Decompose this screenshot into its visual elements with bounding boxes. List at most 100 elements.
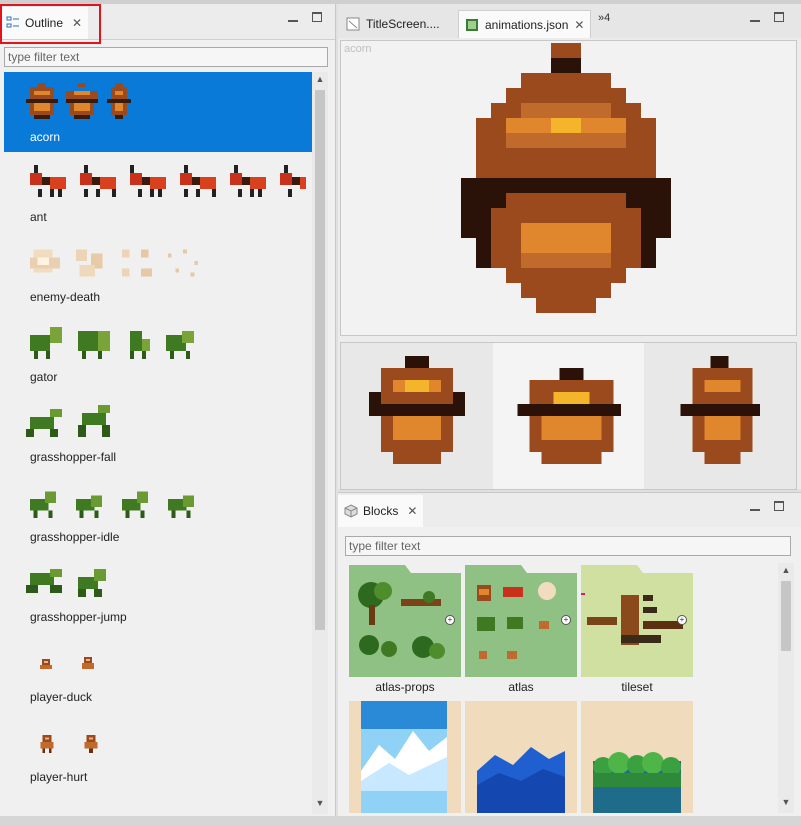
blocks-filter-input[interactable]: type filter text — [345, 536, 791, 556]
block-thumbnail — [349, 701, 461, 813]
tab-label: TitleScreen.... — [366, 17, 440, 31]
smoke-frame-icon — [167, 249, 199, 277]
grasshopper-frame-icon — [78, 405, 110, 437]
outline-scrollbar[interactable]: ▲ ▼ — [312, 72, 328, 814]
acorn-frame-icon — [107, 83, 131, 119]
frame-cell-3[interactable] — [644, 343, 796, 489]
player-frame-icon — [84, 735, 98, 753]
block-label: atlas-props — [375, 680, 435, 694]
tab-blocks[interactable]: Blocks ✕ — [338, 495, 424, 527]
acorn-frames — [26, 80, 132, 126]
scroll-up-icon[interactable]: ▲ — [778, 565, 794, 579]
grasshopper-frame-icon — [26, 569, 62, 593]
blocks-grid: + atlas-props + atlas + tileset — [349, 565, 769, 815]
tab-overflow-button[interactable]: »4 — [598, 12, 610, 24]
editor-tabbar: TitleScreen.... animations.json ✕ »4 — [338, 4, 801, 38]
blocks-panel: Blocks ✕ type filter text + atlas-props … — [338, 492, 801, 816]
block-atlas[interactable]: + atlas — [465, 565, 577, 694]
frame-cell-1[interactable] — [341, 343, 493, 489]
add-icon[interactable]: + — [561, 615, 571, 625]
list-item-grasshopper-jump[interactable]: grasshopper-jump — [4, 552, 312, 632]
list-item-label: acorn — [30, 130, 61, 144]
player-hurt-frames — [38, 720, 100, 766]
frame-cell-2[interactable] — [492, 343, 645, 489]
blocks-tab-label: Blocks — [363, 504, 399, 518]
add-icon[interactable]: + — [677, 615, 687, 625]
minimize-icon[interactable] — [750, 501, 760, 511]
gator-frame-icon — [78, 331, 110, 359]
smoke-frame-icon — [29, 249, 61, 273]
acorn-frame-icon — [368, 356, 465, 464]
block-background-forest[interactable] — [581, 701, 693, 816]
block-background-mountains[interactable] — [465, 701, 577, 816]
list-item-gator[interactable]: gator — [4, 312, 312, 392]
block-label: tileset — [621, 680, 653, 694]
scroll-down-icon[interactable]: ▼ — [778, 797, 794, 811]
grasshopper-frame-icon — [78, 569, 106, 597]
list-item-label: grasshopper-jump — [30, 610, 127, 624]
grasshopper-frame-icon — [167, 495, 195, 519]
gator-frame-icon — [30, 327, 62, 359]
grasshopper-frame-icon — [29, 491, 57, 519]
ant-frame-icon — [280, 165, 306, 197]
blocks-tabbar: Blocks ✕ — [338, 493, 801, 527]
tab-animations-json[interactable]: animations.json ✕ — [458, 10, 592, 38]
scroll-up-icon[interactable]: ▲ — [312, 74, 328, 88]
list-item-player-hurt[interactable]: player-hurt — [4, 712, 312, 792]
maximize-icon[interactable] — [774, 501, 784, 511]
status-bar — [0, 816, 801, 826]
list-item-label: gator — [30, 370, 58, 384]
ant-frame-icon — [230, 165, 266, 197]
grasshopper-jump-frames — [26, 560, 110, 606]
block-background-sky[interactable] — [349, 701, 461, 816]
maximize-icon[interactable] — [774, 12, 784, 22]
list-item-acorn[interactable]: acorn — [4, 72, 312, 152]
acorn-frame-icon — [516, 368, 621, 464]
ant-frame-icon — [130, 165, 166, 197]
scroll-thumb[interactable] — [781, 581, 791, 651]
block-thumbnail: + — [581, 565, 693, 677]
list-item-ant[interactable]: ant — [4, 152, 312, 232]
list-item-player-duck[interactable]: player-duck — [4, 632, 312, 712]
scroll-down-icon[interactable]: ▼ — [312, 798, 328, 812]
list-item-label: ant — [30, 210, 47, 224]
block-thumbnail: + — [349, 565, 461, 677]
list-item-grasshopper-fall[interactable]: grasshopper-fall — [4, 392, 312, 472]
gator-frames — [26, 320, 198, 366]
tab-outline[interactable]: Outline ✕ — [0, 7, 89, 39]
blocks-scrollbar[interactable]: ▲ ▼ — [778, 563, 794, 813]
blocks-window-controls — [750, 501, 784, 511]
outline-filter-input[interactable]: type filter text — [4, 47, 328, 67]
animation-preview[interactable]: acorn — [340, 40, 797, 336]
block-atlas-props[interactable]: + atlas-props — [349, 565, 461, 694]
ant-frames — [26, 160, 306, 206]
list-item-enemy-death[interactable]: enemy-death — [4, 232, 312, 312]
close-icon[interactable]: ✕ — [72, 16, 82, 30]
grasshopper-frame-icon — [121, 491, 149, 519]
block-tileset[interactable]: + tileset — [581, 565, 693, 694]
acorn-frame-icon — [26, 83, 58, 119]
editor-area: TitleScreen.... animations.json ✕ »4 aco… — [338, 4, 801, 490]
list-item-label: player-hurt — [30, 770, 88, 784]
minimize-icon[interactable] — [750, 12, 760, 22]
ant-frame-icon — [180, 165, 216, 197]
frame-strip — [340, 342, 797, 490]
outline-tab-label: Outline — [25, 16, 64, 30]
grasshopper-frame-icon — [26, 409, 62, 437]
list-item-grasshopper-idle[interactable]: grasshopper-idle — [4, 472, 312, 552]
maximize-icon[interactable] — [312, 12, 322, 22]
minimize-icon[interactable] — [288, 12, 298, 22]
smoke-frame-icon — [75, 249, 103, 277]
close-icon[interactable]: ✕ — [574, 18, 584, 32]
player-frame-icon — [82, 657, 94, 669]
acorn-frame-icon — [66, 83, 98, 119]
block-thumbnail — [581, 701, 693, 813]
scroll-thumb[interactable] — [315, 90, 325, 630]
app-window: Outline ✕ type filter text acorn ant ene… — [0, 0, 801, 826]
ant-frame-icon — [30, 165, 66, 197]
folder-thumb-icon — [349, 701, 461, 813]
close-icon[interactable]: ✕ — [407, 504, 417, 518]
add-icon[interactable]: + — [445, 615, 455, 625]
gator-frame-icon — [130, 331, 150, 359]
tab-titlescreen[interactable]: TitleScreen.... — [340, 10, 446, 38]
